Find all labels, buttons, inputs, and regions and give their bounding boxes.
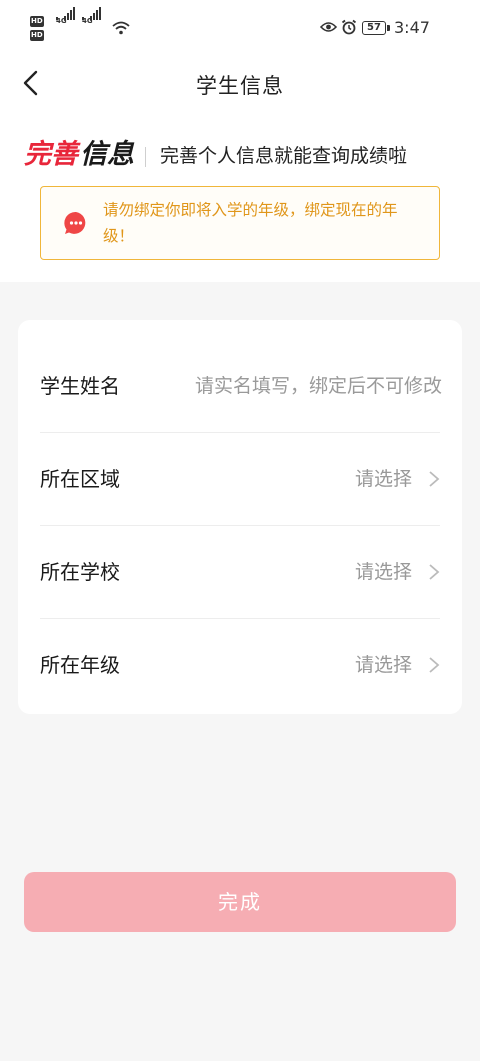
hd-badge-1: HD xyxy=(30,16,44,27)
chat-bubble-icon xyxy=(64,211,86,234)
form-card: 学生姓名 所在区域 请选择 所在学校 请选择 所在年级 请选择 xyxy=(18,320,462,714)
headline: 完善 信息 完善个人信息就能查询成绩啦 xyxy=(24,138,464,174)
status-left: HD HD 4G 4G xyxy=(30,7,140,44)
page-title: 学生信息 xyxy=(196,74,284,98)
status-right: 57 3:47 xyxy=(320,18,450,38)
hd-badge-2: HD xyxy=(30,30,44,41)
region-label: 所在区域 xyxy=(40,467,120,491)
headline-black: 信息 xyxy=(80,139,134,170)
name-label: 学生姓名 xyxy=(40,374,120,398)
school-select-value[interactable]: 请选择 xyxy=(355,526,412,619)
submit-button[interactable]: 完成 xyxy=(24,872,456,932)
headline-red: 完善 xyxy=(24,139,78,170)
form-row-name: 学生姓名 xyxy=(40,340,442,433)
chevron-right-icon xyxy=(429,564,440,580)
status-time: 3:47 xyxy=(394,18,430,37)
notice-text: 请勿绑定你即将入学的年级，绑定现在的年级！ xyxy=(103,201,398,245)
form-row-region[interactable]: 所在区域 请选择 xyxy=(40,433,440,526)
form-row-school[interactable]: 所在学校 请选择 xyxy=(40,526,440,619)
battery-nub xyxy=(387,25,390,31)
status-bar: HD HD 4G 4G 57 3:47 xyxy=(0,0,480,58)
battery-icon: 57 xyxy=(362,21,386,35)
headline-divider xyxy=(145,147,146,167)
alarm-icon xyxy=(341,19,357,35)
chevron-right-icon xyxy=(429,471,440,487)
eye-icon xyxy=(320,22,337,32)
chevron-right-icon xyxy=(429,657,440,673)
wifi-icon xyxy=(112,21,130,35)
student-name-input[interactable] xyxy=(152,368,442,404)
school-label: 所在学校 xyxy=(40,560,120,584)
form-row-grade[interactable]: 所在年级 请选择 xyxy=(40,619,440,712)
grade-label: 所在年级 xyxy=(40,653,120,677)
grade-select-value[interactable]: 请选择 xyxy=(355,619,412,712)
region-select-value[interactable]: 请选择 xyxy=(355,433,412,526)
notice-banner: 请勿绑定你即将入学的年级，绑定现在的年级！ xyxy=(40,186,440,260)
headline-subtitle: 完善个人信息就能查询成绩啦 xyxy=(160,145,408,167)
nav-bar: 学生信息 xyxy=(0,58,480,108)
